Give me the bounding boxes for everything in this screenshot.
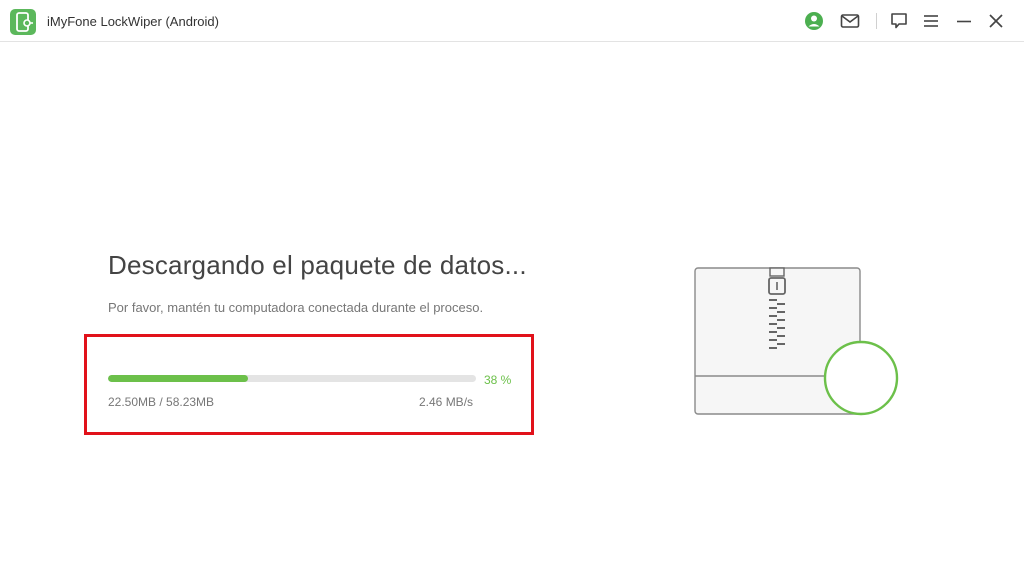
toolbar-divider	[876, 13, 877, 29]
minimize-icon[interactable]	[952, 9, 976, 33]
window-title: iMyFone LockWiper (Android)	[47, 14, 219, 29]
close-icon[interactable]	[984, 9, 1008, 33]
progress-percent: 38 %	[484, 373, 512, 387]
download-speed: 2.46 MB/s	[419, 395, 474, 409]
download-progress-bar	[108, 375, 476, 382]
page-title: Descargando el paquete de datos...	[108, 250, 527, 280]
instruction-text: Por favor, mantén tu computadora conecta…	[108, 300, 484, 315]
progress-fill	[108, 375, 248, 382]
package-illustration	[690, 262, 910, 422]
app-logo	[10, 9, 36, 35]
mail-icon[interactable]	[838, 9, 862, 33]
menu-icon[interactable]	[919, 9, 943, 33]
progress-ring-icon	[823, 340, 899, 416]
highlight-box	[84, 334, 534, 435]
downloaded-size: 22.50MB / 58.23MB	[108, 395, 215, 409]
title-bar: iMyFone LockWiper (Android)	[0, 0, 1024, 42]
account-icon[interactable]	[802, 9, 826, 33]
feedback-icon[interactable]	[887, 9, 911, 33]
